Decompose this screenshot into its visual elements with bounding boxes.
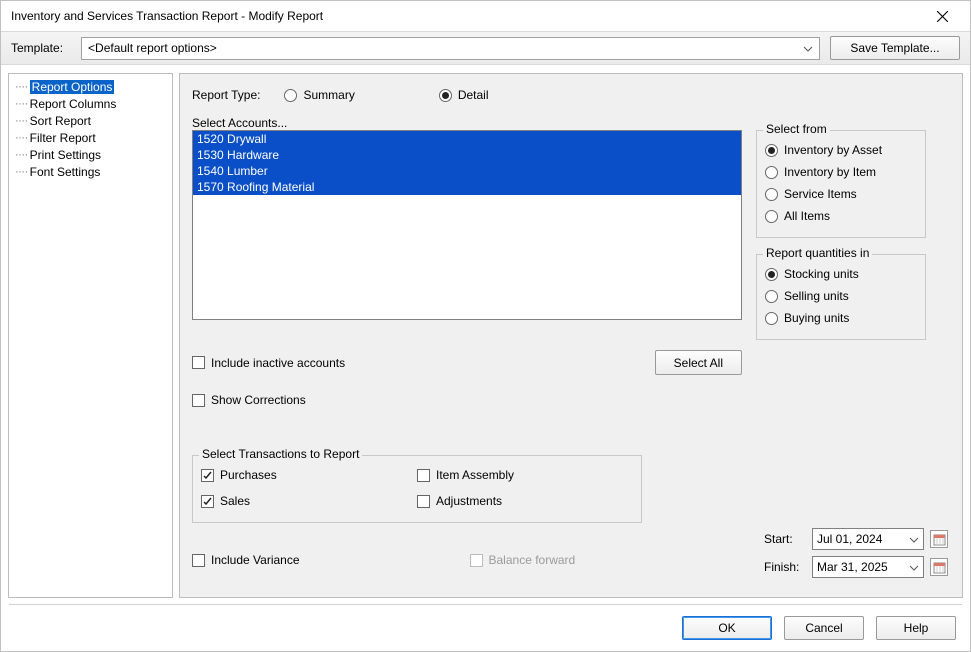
start-date-row: Start: Jul 01, 2024 bbox=[764, 527, 948, 551]
select-from-inventory-asset-radio[interactable]: Inventory by Asset bbox=[765, 139, 917, 161]
checkbox-icon bbox=[417, 469, 430, 482]
save-template-button[interactable]: Save Template... bbox=[830, 36, 960, 60]
quantities-in-group: Report quantities in Stocking units Sell… bbox=[756, 254, 926, 340]
template-label: Template: bbox=[11, 41, 63, 55]
report-type-row: Report Type: Summary Detail bbox=[192, 84, 950, 106]
group-legend: Report quantities in bbox=[763, 246, 872, 260]
content-area: ····Report Options ····Report Columns ··… bbox=[1, 65, 970, 600]
checkbox-icon bbox=[417, 495, 430, 508]
chevron-down-icon bbox=[799, 40, 817, 58]
transactions-sales-checkbox[interactable]: Sales bbox=[201, 490, 417, 512]
chevron-down-icon bbox=[906, 560, 921, 575]
help-button[interactable]: Help bbox=[876, 616, 956, 640]
list-item[interactable]: 1530 Hardware bbox=[193, 147, 741, 163]
side-column: Select from Inventory by Asset Inventory… bbox=[756, 130, 926, 340]
modify-report-dialog: Inventory and Services Transaction Repor… bbox=[0, 0, 971, 652]
show-corrections-checkbox[interactable]: Show Corrections bbox=[192, 389, 950, 411]
transactions-item-assembly-checkbox[interactable]: Item Assembly bbox=[417, 464, 633, 486]
checkbox-icon bbox=[192, 394, 205, 407]
template-select-value: <Default report options> bbox=[88, 41, 217, 55]
start-date-label: Start: bbox=[764, 532, 806, 546]
checkbox-icon bbox=[470, 554, 483, 567]
tree-item-font-settings[interactable]: ····Font Settings bbox=[11, 163, 170, 180]
tree-item-report-options[interactable]: ····Report Options bbox=[11, 78, 170, 95]
chevron-down-icon bbox=[906, 532, 921, 547]
checkbox-icon bbox=[201, 469, 214, 482]
radio-icon bbox=[765, 268, 778, 281]
ok-button[interactable]: OK bbox=[682, 616, 772, 640]
finish-date-input[interactable]: Mar 31, 2025 bbox=[812, 556, 924, 578]
tree-item-report-columns[interactable]: ····Report Columns bbox=[11, 95, 170, 112]
close-icon bbox=[937, 11, 948, 22]
template-toolbar: Template: <Default report options> Save … bbox=[1, 31, 970, 65]
list-item[interactable]: 1520 Drywall bbox=[193, 131, 741, 147]
dialog-footer: OK Cancel Help bbox=[1, 611, 970, 651]
select-from-all-items-radio[interactable]: All Items bbox=[765, 205, 917, 227]
tree-item-print-settings[interactable]: ····Print Settings bbox=[11, 146, 170, 163]
navigation-tree: ····Report Options ····Report Columns ··… bbox=[8, 73, 173, 598]
checkbox-icon bbox=[192, 554, 205, 567]
template-select[interactable]: <Default report options> bbox=[81, 37, 820, 60]
radio-icon bbox=[765, 166, 778, 179]
transactions-adjustments-checkbox[interactable]: Adjustments bbox=[417, 490, 633, 512]
quantities-buying-radio[interactable]: Buying units bbox=[765, 307, 917, 329]
start-date-input[interactable]: Jul 01, 2024 bbox=[812, 528, 924, 550]
radio-icon bbox=[765, 144, 778, 157]
list-item[interactable]: 1540 Lumber bbox=[193, 163, 741, 179]
balance-forward-checkbox: Balance forward bbox=[470, 549, 576, 571]
report-options-panel: Report Type: Summary Detail Select Accou… bbox=[179, 73, 963, 598]
radio-icon bbox=[765, 290, 778, 303]
radio-icon bbox=[284, 89, 297, 102]
report-type-summary-radio[interactable]: Summary bbox=[284, 84, 354, 106]
select-from-service-items-radio[interactable]: Service Items bbox=[765, 183, 917, 205]
group-legend: Select from bbox=[763, 122, 830, 136]
transactions-group: Select Transactions to Report Purchases … bbox=[192, 455, 642, 523]
start-date-calendar-button[interactable] bbox=[930, 530, 948, 548]
tree-item-filter-report[interactable]: ····Filter Report bbox=[11, 129, 170, 146]
window-title: Inventory and Services Transaction Repor… bbox=[11, 9, 922, 23]
divider bbox=[9, 604, 962, 605]
radio-icon bbox=[439, 89, 452, 102]
select-accounts-label: Select Accounts... bbox=[192, 116, 950, 130]
radio-icon bbox=[765, 210, 778, 223]
finish-date-calendar-button[interactable] bbox=[930, 558, 948, 576]
accounts-area: 1520 Drywall 1530 Hardware 1540 Lumber 1… bbox=[192, 130, 950, 340]
select-all-button[interactable]: Select All bbox=[655, 350, 742, 375]
report-type-label: Report Type: bbox=[192, 88, 260, 102]
include-variance-checkbox[interactable]: Include Variance bbox=[192, 549, 300, 571]
checkbox-icon bbox=[192, 356, 205, 369]
finish-date-row: Finish: Mar 31, 2025 bbox=[764, 555, 948, 579]
checkbox-icon bbox=[201, 495, 214, 508]
finish-date-label: Finish: bbox=[764, 560, 806, 574]
report-type-detail-radio[interactable]: Detail bbox=[439, 84, 489, 106]
select-from-group: Select from Inventory by Asset Inventory… bbox=[756, 130, 926, 238]
group-legend: Select Transactions to Report bbox=[199, 447, 362, 461]
calendar-icon bbox=[933, 561, 946, 574]
radio-icon bbox=[765, 312, 778, 325]
select-from-inventory-item-radio[interactable]: Inventory by Item bbox=[765, 161, 917, 183]
transactions-purchases-checkbox[interactable]: Purchases bbox=[201, 464, 417, 486]
accounts-listbox[interactable]: 1520 Drywall 1530 Hardware 1540 Lumber 1… bbox=[192, 130, 742, 320]
include-inactive-checkbox[interactable]: Include inactive accounts bbox=[192, 352, 345, 374]
quantities-stocking-radio[interactable]: Stocking units bbox=[765, 263, 917, 285]
radio-icon bbox=[765, 188, 778, 201]
close-button[interactable] bbox=[922, 2, 962, 30]
tree-item-sort-report[interactable]: ····Sort Report bbox=[11, 112, 170, 129]
list-item[interactable]: 1570 Roofing Material bbox=[193, 179, 741, 195]
calendar-icon bbox=[933, 533, 946, 546]
titlebar: Inventory and Services Transaction Repor… bbox=[1, 1, 970, 31]
cancel-button[interactable]: Cancel bbox=[784, 616, 864, 640]
quantities-selling-radio[interactable]: Selling units bbox=[765, 285, 917, 307]
